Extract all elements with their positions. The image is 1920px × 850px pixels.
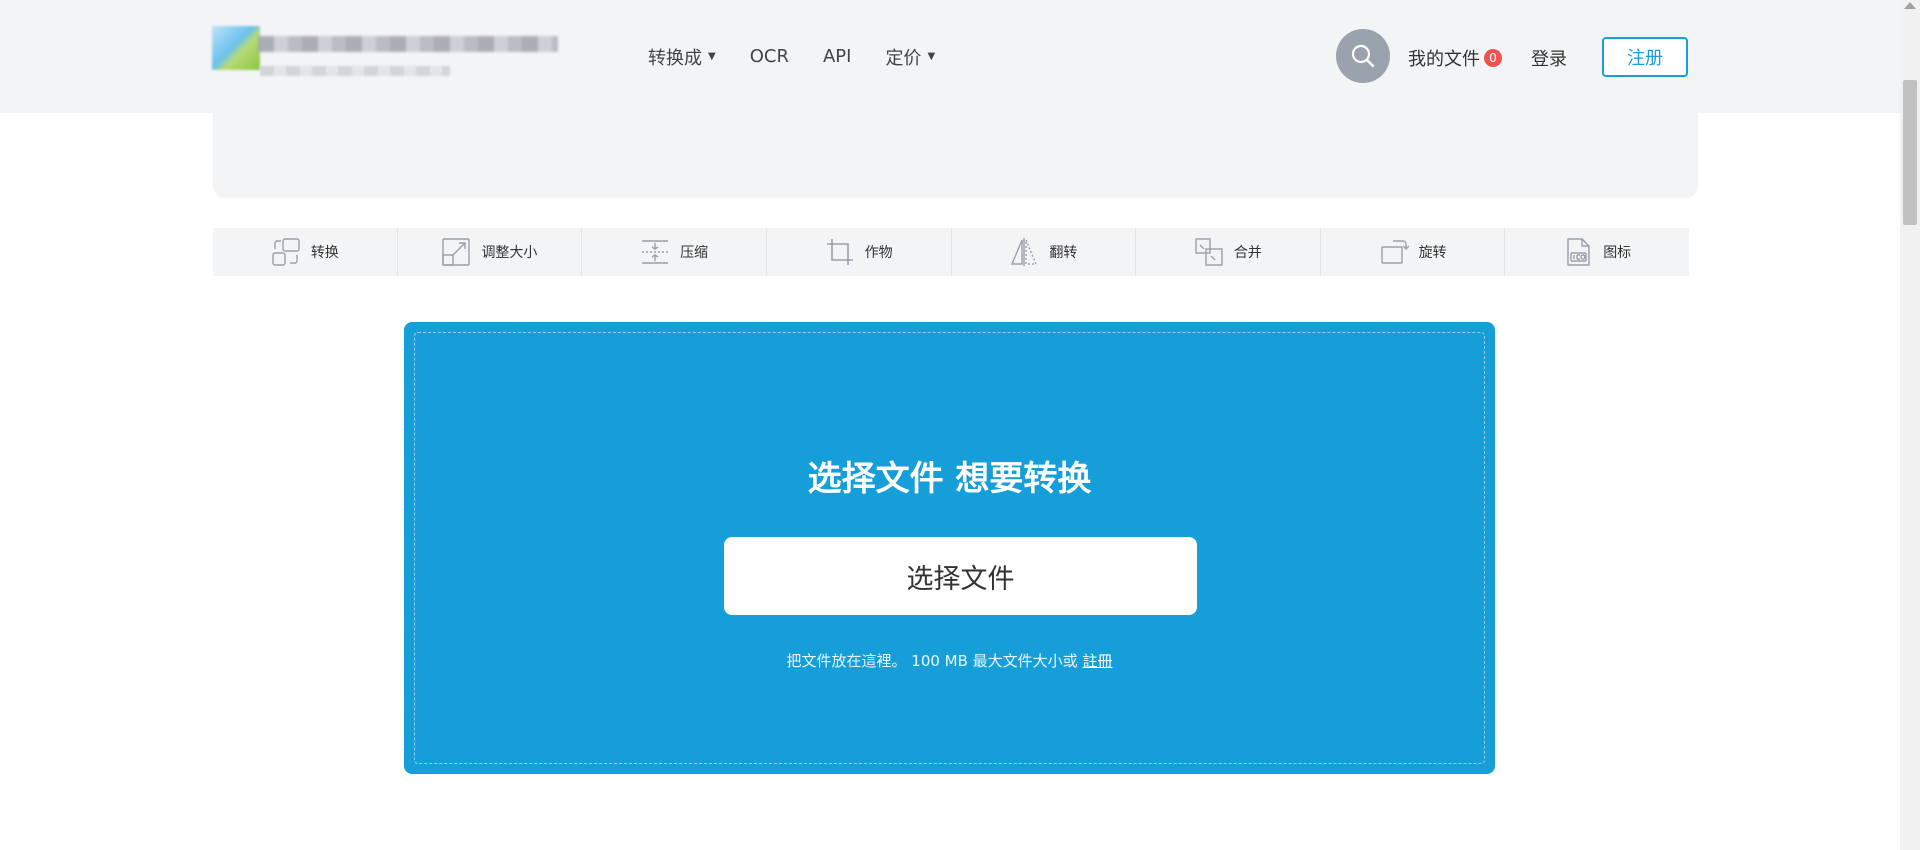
tool-bar: 转换 调整大小 压缩 作物 翻转 合并 旋转 图标 [213,228,1689,276]
scrollbar-thumb[interactable] [1903,80,1917,225]
tool-rotate-label: 旋转 [1418,245,1447,261]
drop-zone-dashed-border: 选择文件 想要转换 选择文件 把文件放在這裡。 100 MB 最大文件大小或 註… [414,332,1485,764]
nav-convert-label: 转换成 [648,47,702,69]
tool-compress[interactable]: 压缩 [582,228,767,276]
site-logo[interactable] [212,22,562,82]
register-button[interactable]: 注册 [1602,37,1688,77]
upload-hint-text: 把文件放在這裡。 100 MB 最大文件大小或 [786,652,1083,670]
ico-file-icon [1567,238,1590,266]
ad-banner-area [213,100,1698,198]
crop-icon [826,239,853,265]
compress-icon [642,240,669,264]
resize-icon [442,238,471,266]
chevron-down-icon: ▼ [927,51,936,62]
choose-file-button[interactable]: 选择文件 [724,537,1197,615]
tool-flip[interactable]: 翻转 [952,228,1137,276]
tool-convert-label: 转换 [310,245,339,261]
nav-api[interactable]: API [823,46,851,67]
logo-mark [212,26,260,70]
tool-rotate[interactable]: 旋转 [1321,228,1506,276]
scroll-up-arrow[interactable] [1904,2,1916,9]
tool-merge[interactable]: 合并 [1136,228,1321,276]
chevron-down-icon: ▼ [708,51,716,62]
tool-convert[interactable]: 转换 [213,228,398,276]
tool-merge-label: 合并 [1233,245,1262,261]
upload-title: 选择文件 想要转换 [807,459,1092,499]
tool-ico-label: 图标 [1603,245,1632,261]
logo-tagline-blurred [260,66,450,76]
nav-ocr-label: OCR [749,46,789,67]
rotate-icon [1380,240,1409,264]
nav-api-label: API [822,46,852,67]
tool-flip-label: 翻转 [1049,245,1078,261]
login-link[interactable]: 登录 [1531,45,1567,71]
my-files-link[interactable]: 我的文件 0 [1408,45,1502,71]
register-link[interactable]: 註冊 [1082,652,1112,670]
search-icon [1351,44,1375,68]
tool-crop[interactable]: 作物 [767,228,952,276]
upload-hint: 把文件放在這裡。 100 MB 最大文件大小或 註冊 [415,650,1484,671]
tool-ico[interactable]: 图标 [1505,228,1689,276]
main-nav: 转换成 ▼ OCR API 定价 ▼ [648,0,969,113]
file-drop-zone[interactable]: 选择文件 想要转换 选择文件 把文件放在這裡。 100 MB 最大文件大小或 註… [404,322,1495,774]
my-files-label: 我的文件 [1408,49,1480,70]
merge-icon [1195,238,1223,266]
nav-convert[interactable]: 转换成 ▼ [648,44,716,70]
logo-text-blurred [258,36,558,52]
nav-pricing[interactable]: 定价 ▼ [885,44,935,70]
search-button[interactable] [1336,29,1390,83]
header: 转换成 ▼ OCR API 定价 ▼ 我的文件 0 登录 注册 [0,0,1900,113]
flip-icon [1011,238,1038,266]
tool-resize[interactable]: 调整大小 [398,228,583,276]
convert-icon [272,238,300,266]
nav-pricing-label: 定价 [885,47,922,69]
tool-resize-label: 调整大小 [481,245,538,261]
tool-compress-label: 压缩 [680,245,709,261]
file-count-badge: 0 [1484,49,1502,67]
tool-crop-label: 作物 [864,245,893,261]
nav-ocr[interactable]: OCR [750,46,789,67]
